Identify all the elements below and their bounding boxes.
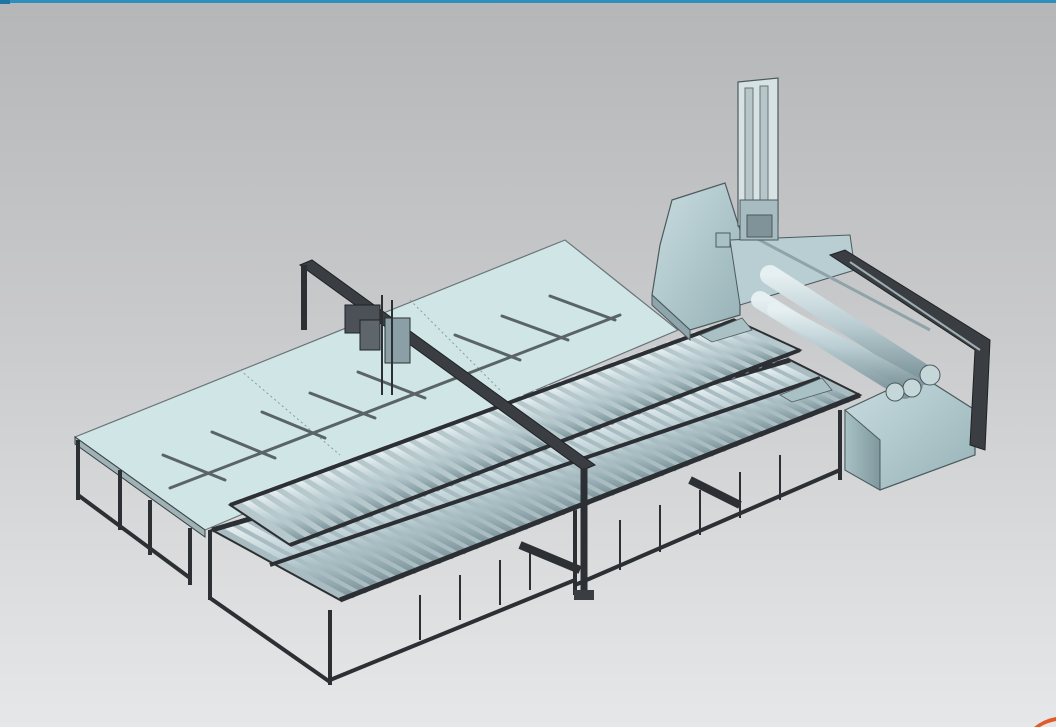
corner-brand-mark (1034, 717, 1056, 727)
vertical-column (737, 77, 779, 241)
3d-model-view[interactable] (0, 0, 1056, 727)
cad-viewport[interactable] (0, 0, 1056, 727)
